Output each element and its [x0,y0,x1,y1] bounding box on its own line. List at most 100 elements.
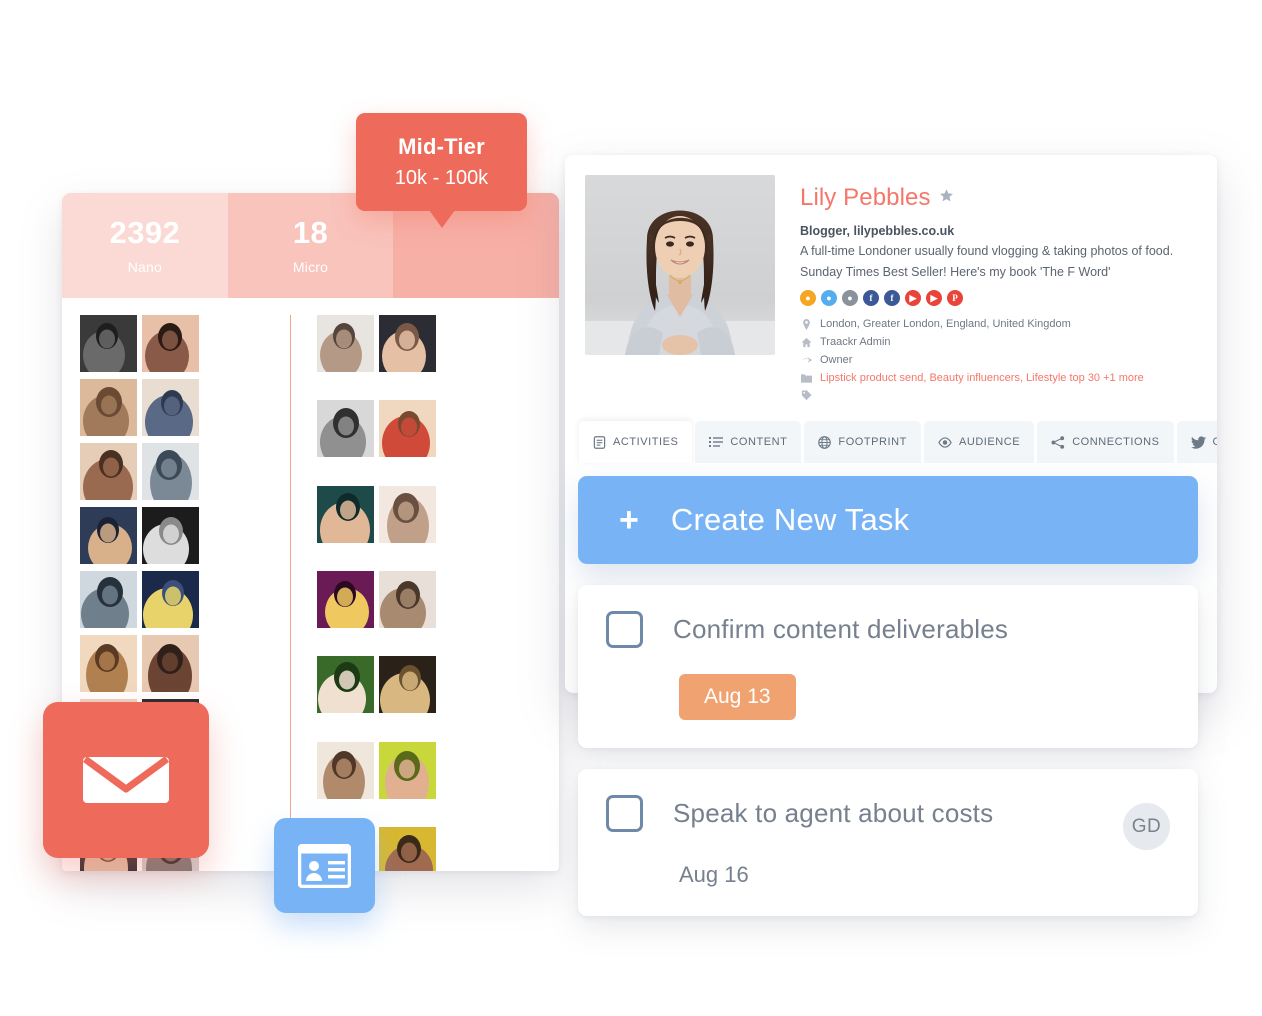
profile-header: Lily Pebbles Blogger, lilypebbles.co.uk … [565,155,1217,405]
task-checkbox[interactable] [606,611,643,648]
tab-label: CONVERSATIONS [1213,436,1217,448]
tier-tooltip: Mid-Tier 10k - 100k [356,113,527,228]
profile-meta-text: Owner [820,354,853,366]
influencer-avatar[interactable] [142,315,199,381]
task-title: Confirm content deliverables [673,614,1009,644]
task-title: Speak to agent about costs [673,798,994,828]
influencer-avatar[interactable] [379,826,436,871]
profile-meta-row: Traackr Admin [800,336,1197,348]
stat-value: 18 [292,214,329,250]
envelope-icon [83,756,169,803]
influencer-avatar[interactable] [80,315,137,379]
stat-cell-nano[interactable]: 2392 Nano [62,193,228,298]
plus-icon: + [619,501,639,539]
profile-photo [585,175,775,355]
task-assignee-avatar[interactable]: GD [1123,803,1170,850]
task-card[interactable]: Speak to agent about costs GD Aug 16 [578,769,1198,916]
influencer-avatar[interactable] [142,379,199,449]
twitter-bird-icon [1190,435,1206,449]
task-panel: + Create New Task Confirm content delive… [578,476,1198,916]
profile-meta-row [800,390,1197,401]
influencer-avatar[interactable] [379,656,436,728]
influencer-avatar[interactable] [317,656,374,726]
task-card[interactable]: Confirm content deliverables Aug 13 [578,585,1198,748]
influencer-avatar[interactable] [80,443,137,515]
twitter-icon[interactable]: ● [821,290,837,306]
activities-icon [593,435,606,449]
id-card-icon [298,843,351,888]
profile-meta-text: Lipstick product send, Beauty influencer… [820,372,1144,384]
influencer-avatar[interactable] [317,741,374,810]
influencer-avatar[interactable] [379,315,436,381]
location-pin-icon [800,318,813,330]
eye-icon [938,436,952,448]
influencer-avatar[interactable] [142,571,199,642]
influencer-avatar[interactable] [80,571,137,640]
profile-bio-line-1: A full-time Londoner usually found vlogg… [800,244,1174,258]
influencer-avatar[interactable] [80,379,137,447]
task-row: Confirm content deliverables [606,611,1170,648]
influencer-avatar[interactable] [317,400,374,469]
tab-footprint[interactable]: FOOTPRINT [804,421,921,463]
influencer-avatar[interactable] [80,507,137,572]
screenshot-stage: 2392 Nano 18 Micro Mid-Tier 10k - 100k L… [0,0,1262,1016]
tab-audience[interactable]: AUDIENCE [923,421,1035,463]
tab-content[interactable]: CONTENT [695,421,802,463]
profile-tab-strip: ACTIVITIES CONTENT FOOTPRINT AUDIENCE CONNEC… [565,421,1217,463]
rss-icon[interactable]: ● [800,290,816,306]
influencer-avatar[interactable] [317,315,374,379]
facebook-icon[interactable]: f [863,290,879,306]
tab-label: AUDIENCE [958,436,1021,448]
profile-info: Lily Pebbles Blogger, lilypebbles.co.uk … [775,175,1197,405]
influencer-avatar[interactable] [379,485,436,555]
youtube-icon[interactable]: ▶ [905,290,921,306]
stat-label: Micro [292,258,329,275]
tag-icon [800,390,813,401]
home-icon [800,337,813,348]
social-links-row: ● ● ● f f ▶ ▶ P [800,290,1197,306]
contact-card-tile[interactable] [274,818,375,913]
profile-name-row: Lily Pebbles [800,184,1197,212]
influencer-avatar[interactable] [142,507,199,574]
profile-meta-row[interactable]: Lipstick product send, Beauty influencer… [800,372,1197,384]
profile-meta-list: London, Greater London, England, United … [800,318,1197,401]
star-icon[interactable] [939,188,954,208]
youtube-icon[interactable]: ▶ [926,290,942,306]
mail-tile[interactable] [43,702,209,858]
avatar-group-micro [290,315,476,871]
influencer-avatar[interactable] [379,741,436,812]
tab-activities[interactable]: ACTIVITIES [579,421,693,463]
pinterest-icon[interactable]: P [947,290,963,306]
task-checkbox[interactable] [606,795,643,832]
influencer-avatar[interactable] [142,635,199,705]
task-row: Speak to agent about costs [606,795,1170,832]
content-icon [709,436,724,448]
stat-label: Nano [127,258,162,275]
globe-icon [818,435,832,449]
tooltip-title: Mid-Tier [398,134,485,159]
profile-portrait-image [585,175,775,355]
facebook-icon[interactable]: f [884,290,900,306]
create-new-task-label: Create New Task [670,502,910,537]
influencer-avatar[interactable] [80,635,137,703]
profile-name[interactable]: Lily Pebbles [800,184,931,212]
tooltip-range: 10k - 100k [394,167,489,189]
profile-bio-line-2: Sunday Times Best Seller! Here's my book… [800,265,1111,279]
task-due-badge[interactable]: Aug 13 [679,674,796,720]
influencer-avatar[interactable] [142,443,199,512]
tab-connections[interactable]: CONNECTIONS [1037,421,1174,463]
instagram-icon[interactable]: ● [842,290,858,306]
tab-conversations[interactable]: CONVERSATIONS [1176,421,1217,463]
influencer-avatar[interactable] [317,485,374,558]
task-due-text: Aug 16 [679,862,749,887]
arrow-icon [800,356,813,365]
create-new-task-button[interactable]: + Create New Task [578,476,1198,564]
stat-value: 2392 [109,214,181,250]
folder-icon [800,373,813,383]
profile-tagline: Blogger, lilypebbles.co.uk [800,224,955,238]
influencer-avatar[interactable] [317,570,374,636]
influencer-avatar[interactable] [379,400,436,471]
influencer-avatar[interactable] [379,570,436,638]
profile-meta-row: London, Greater London, England, United … [800,318,1197,330]
profile-meta-text: Traackr Admin [820,336,891,348]
